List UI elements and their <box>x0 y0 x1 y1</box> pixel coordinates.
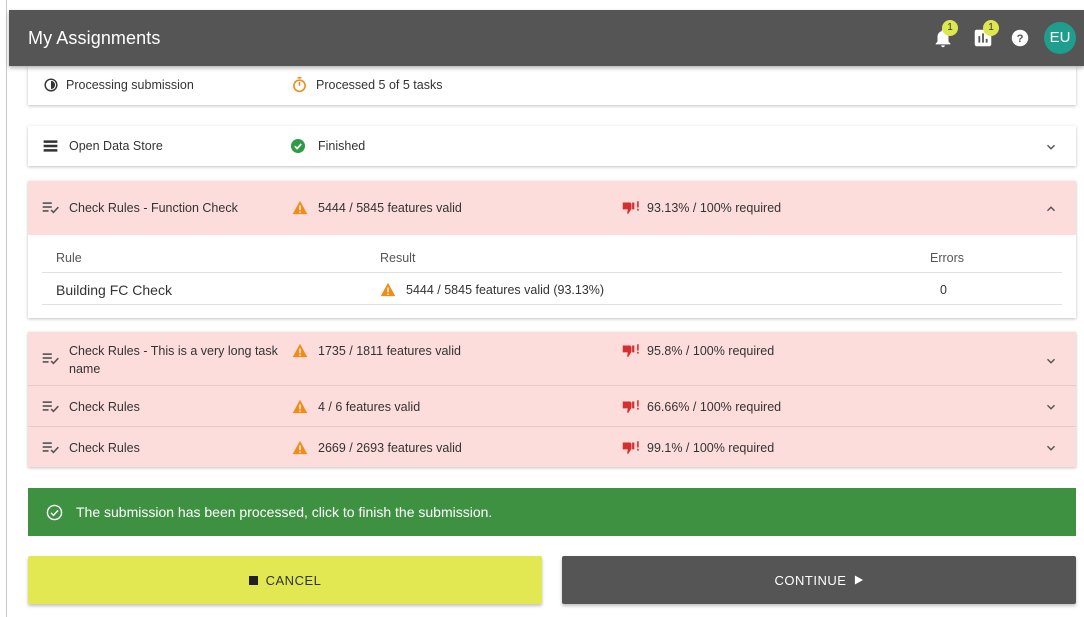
function-check-header[interactable]: Check Rules - Function Check 5444 / 5845… <box>28 181 1076 235</box>
help-button[interactable]: ? <box>1011 29 1029 47</box>
chevron-up-icon[interactable] <box>1044 202 1058 216</box>
task-row[interactable]: Check Rules 4 / 6 features valid 66.66% … <box>28 386 1076 426</box>
svg-text:?: ? <box>1017 33 1024 45</box>
warning-icon <box>292 200 308 215</box>
task-score: 66.66% / 100% required <box>647 400 782 414</box>
avatar[interactable]: EU <box>1044 22 1076 54</box>
errors-column-header: Errors <box>930 251 965 265</box>
rules-table-header: Rule Result Errors <box>42 235 1062 273</box>
continue-button[interactable]: CONTINUE <box>562 556 1076 604</box>
rule-result: 5444 / 5845 features valid (93.13%) <box>406 283 605 297</box>
thumbs-down-icon <box>622 344 639 357</box>
chevron-down-icon[interactable] <box>1044 441 1058 455</box>
reports-badge: 1 <box>983 20 999 36</box>
rule-errors: 0 <box>940 283 947 297</box>
chevron-down-icon[interactable] <box>1044 354 1058 368</box>
warning-icon <box>380 282 396 297</box>
function-check-panel: Check Rules - Function Check 5444 / 5845… <box>28 181 1076 318</box>
rule-check-icon <box>42 442 59 454</box>
left-border <box>6 0 7 617</box>
page-title: My Assignments <box>28 27 161 48</box>
success-message: The submission has been processed, click… <box>76 504 493 520</box>
notifications-button[interactable]: 1 <box>932 20 958 52</box>
data-store-panel[interactable]: Open Data Store Finished <box>28 126 1076 166</box>
task-status: 4 / 6 features valid <box>318 400 421 414</box>
failed-tasks-panel: Check Rules - This is a very long task n… <box>28 332 1076 467</box>
stop-icon <box>248 575 258 585</box>
function-check-status: 5444 / 5845 features valid <box>318 201 462 215</box>
processing-label: Processing submission <box>66 78 194 92</box>
continue-button-label: CONTINUE <box>774 572 847 588</box>
chevron-down-icon[interactable] <box>1044 140 1058 154</box>
warning-icon <box>292 440 308 455</box>
rule-name: Building FC Check <box>56 282 172 298</box>
function-check-score: 93.13% / 100% required <box>647 201 782 215</box>
task-row[interactable]: Check Rules 2669 / 2693 features valid 9… <box>28 427 1076 467</box>
task-label: Check Rules <box>69 400 140 414</box>
app-bar-actions: 1 1 ? EU <box>914 10 1084 66</box>
task-row[interactable]: Check Rules - This is a very long task n… <box>28 332 1076 385</box>
table-row: Building FC Check 5444 / 5845 features v… <box>42 273 1062 305</box>
help-icon: ? <box>1011 29 1029 47</box>
task-status: 1735 / 1811 features valid <box>318 344 461 358</box>
warning-icon <box>292 343 308 358</box>
list-icon <box>43 140 58 152</box>
play-icon <box>855 575 864 585</box>
chevron-down-icon[interactable] <box>1044 400 1058 414</box>
check-circle-icon <box>291 139 305 153</box>
thumbs-down-icon <box>622 201 639 214</box>
rule-check-icon <box>42 401 59 413</box>
reports-button[interactable]: 1 <box>972 20 999 53</box>
warning-icon <box>292 399 308 414</box>
task-score: 99.1% / 100% required <box>647 441 775 455</box>
cancel-button[interactable]: CANCEL <box>28 556 542 604</box>
thumbs-down-icon <box>622 441 639 454</box>
data-store-label: Open Data Store <box>69 139 163 153</box>
notifications-badge: 1 <box>942 20 958 36</box>
app-bar: My Assignments 1 1 ? EU <box>9 10 1084 66</box>
task-label-continued: name <box>69 362 101 376</box>
thumbs-down-icon <box>622 400 639 413</box>
processing-status: Processed 5 of 5 tasks <box>316 78 443 92</box>
rule-column-header: Rule <box>56 251 82 265</box>
function-check-label: Check Rules - Function Check <box>69 201 238 215</box>
task-label: Check Rules <box>69 441 140 455</box>
task-label: Check Rules - This is a very long task <box>69 344 278 358</box>
rule-check-icon <box>42 202 59 214</box>
processing-panel: Processing submission Processed 5 of 5 t… <box>28 66 1076 105</box>
rule-check-icon <box>42 353 59 365</box>
task-status: 2669 / 2693 features valid <box>318 441 462 455</box>
task-score: 95.8% / 100% required <box>647 344 775 358</box>
stopwatch-icon <box>293 77 306 93</box>
check-circle-outline-icon <box>46 504 63 521</box>
data-store-status: Finished <box>318 139 366 153</box>
half-circle-icon <box>44 78 58 92</box>
result-column-header: Result <box>380 251 416 265</box>
cancel-button-label: CANCEL <box>265 572 322 588</box>
success-banner[interactable]: The submission has been processed, click… <box>28 488 1076 536</box>
